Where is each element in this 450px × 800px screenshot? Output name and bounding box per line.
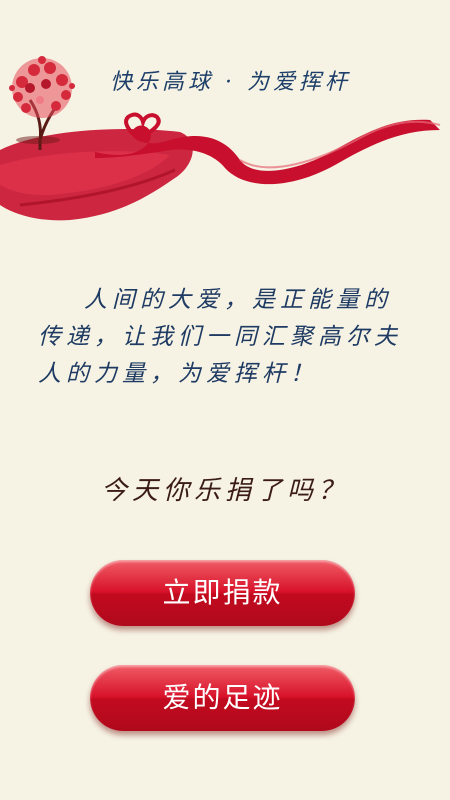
heart-ribbon-icon — [0, 56, 441, 221]
header-banner: 快乐高球 · 为爱挥杆 — [0, 0, 450, 240]
donate-now-button[interactable]: 立即捐款 — [90, 560, 355, 626]
donate-question: 今天你乐捐了吗？ — [100, 476, 349, 506]
intro-text: 人间的大爱，是正能量的传递，让我们一同汇聚高尔夫人的力量，为爱挥杆！ — [38, 287, 402, 387]
heart-tree-icon — [9, 56, 75, 118]
app-title: 快乐高球 · 为爱挥杆 — [110, 70, 351, 95]
love-footprints-button[interactable]: 爱的足迹 — [90, 665, 355, 731]
